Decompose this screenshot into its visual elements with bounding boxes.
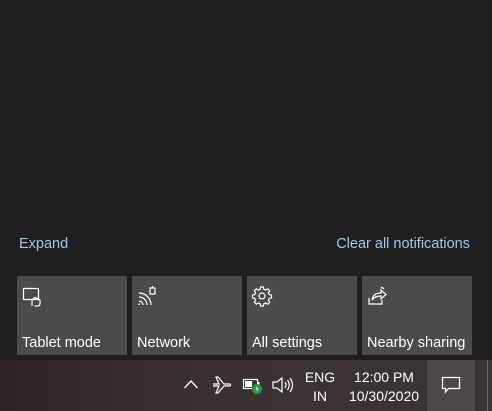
- quick-action-tablet-mode[interactable]: Tablet mode: [17, 276, 127, 355]
- nearby-sharing-label: Nearby sharing: [367, 335, 466, 351]
- nearby-sharing-icon: [366, 285, 388, 307]
- action-center-panel: Expand Clear all notifications Tablet mo…: [0, 0, 492, 360]
- battery-icon[interactable]: [242, 375, 264, 395]
- quick-action-nearby-sharing[interactable]: Nearby sharing: [362, 276, 472, 355]
- clock-date: 10/30/2020: [348, 388, 420, 404]
- clock[interactable]: 12:00 PM 10/30/2020: [342, 368, 426, 406]
- airplane-icon[interactable]: [211, 374, 233, 394]
- volume-icon[interactable]: [271, 375, 295, 395]
- notification-links-row: Expand Clear all notifications: [0, 234, 492, 256]
- language-code: ENG: [304, 369, 336, 385]
- show-desktop-button[interactable]: [487, 360, 492, 411]
- quick-actions-grid: Tablet mode Network All settings Nearby …: [17, 276, 473, 355]
- tablet-mode-icon: [21, 285, 43, 307]
- chevron-up-icon[interactable]: [183, 378, 199, 390]
- clock-time: 12:00 PM: [354, 369, 414, 385]
- quick-action-all-settings[interactable]: All settings: [247, 276, 357, 355]
- expand-link[interactable]: Expand: [19, 236, 68, 252]
- network-label: Network: [137, 335, 191, 351]
- quick-action-network[interactable]: Network: [132, 276, 242, 355]
- input-language-indicator[interactable]: ENG IN: [304, 368, 336, 406]
- tablet-mode-label: Tablet mode: [22, 335, 101, 351]
- language-region: IN: [313, 388, 327, 404]
- all-settings-label: All settings: [252, 335, 323, 351]
- taskbar: ENG IN 12:00 PM 10/30/2020: [0, 360, 492, 411]
- gear-icon: [251, 285, 273, 307]
- clear-all-notifications-link[interactable]: Clear all notifications: [336, 236, 470, 252]
- network-icon: [136, 285, 158, 307]
- action-center-button[interactable]: [427, 360, 475, 411]
